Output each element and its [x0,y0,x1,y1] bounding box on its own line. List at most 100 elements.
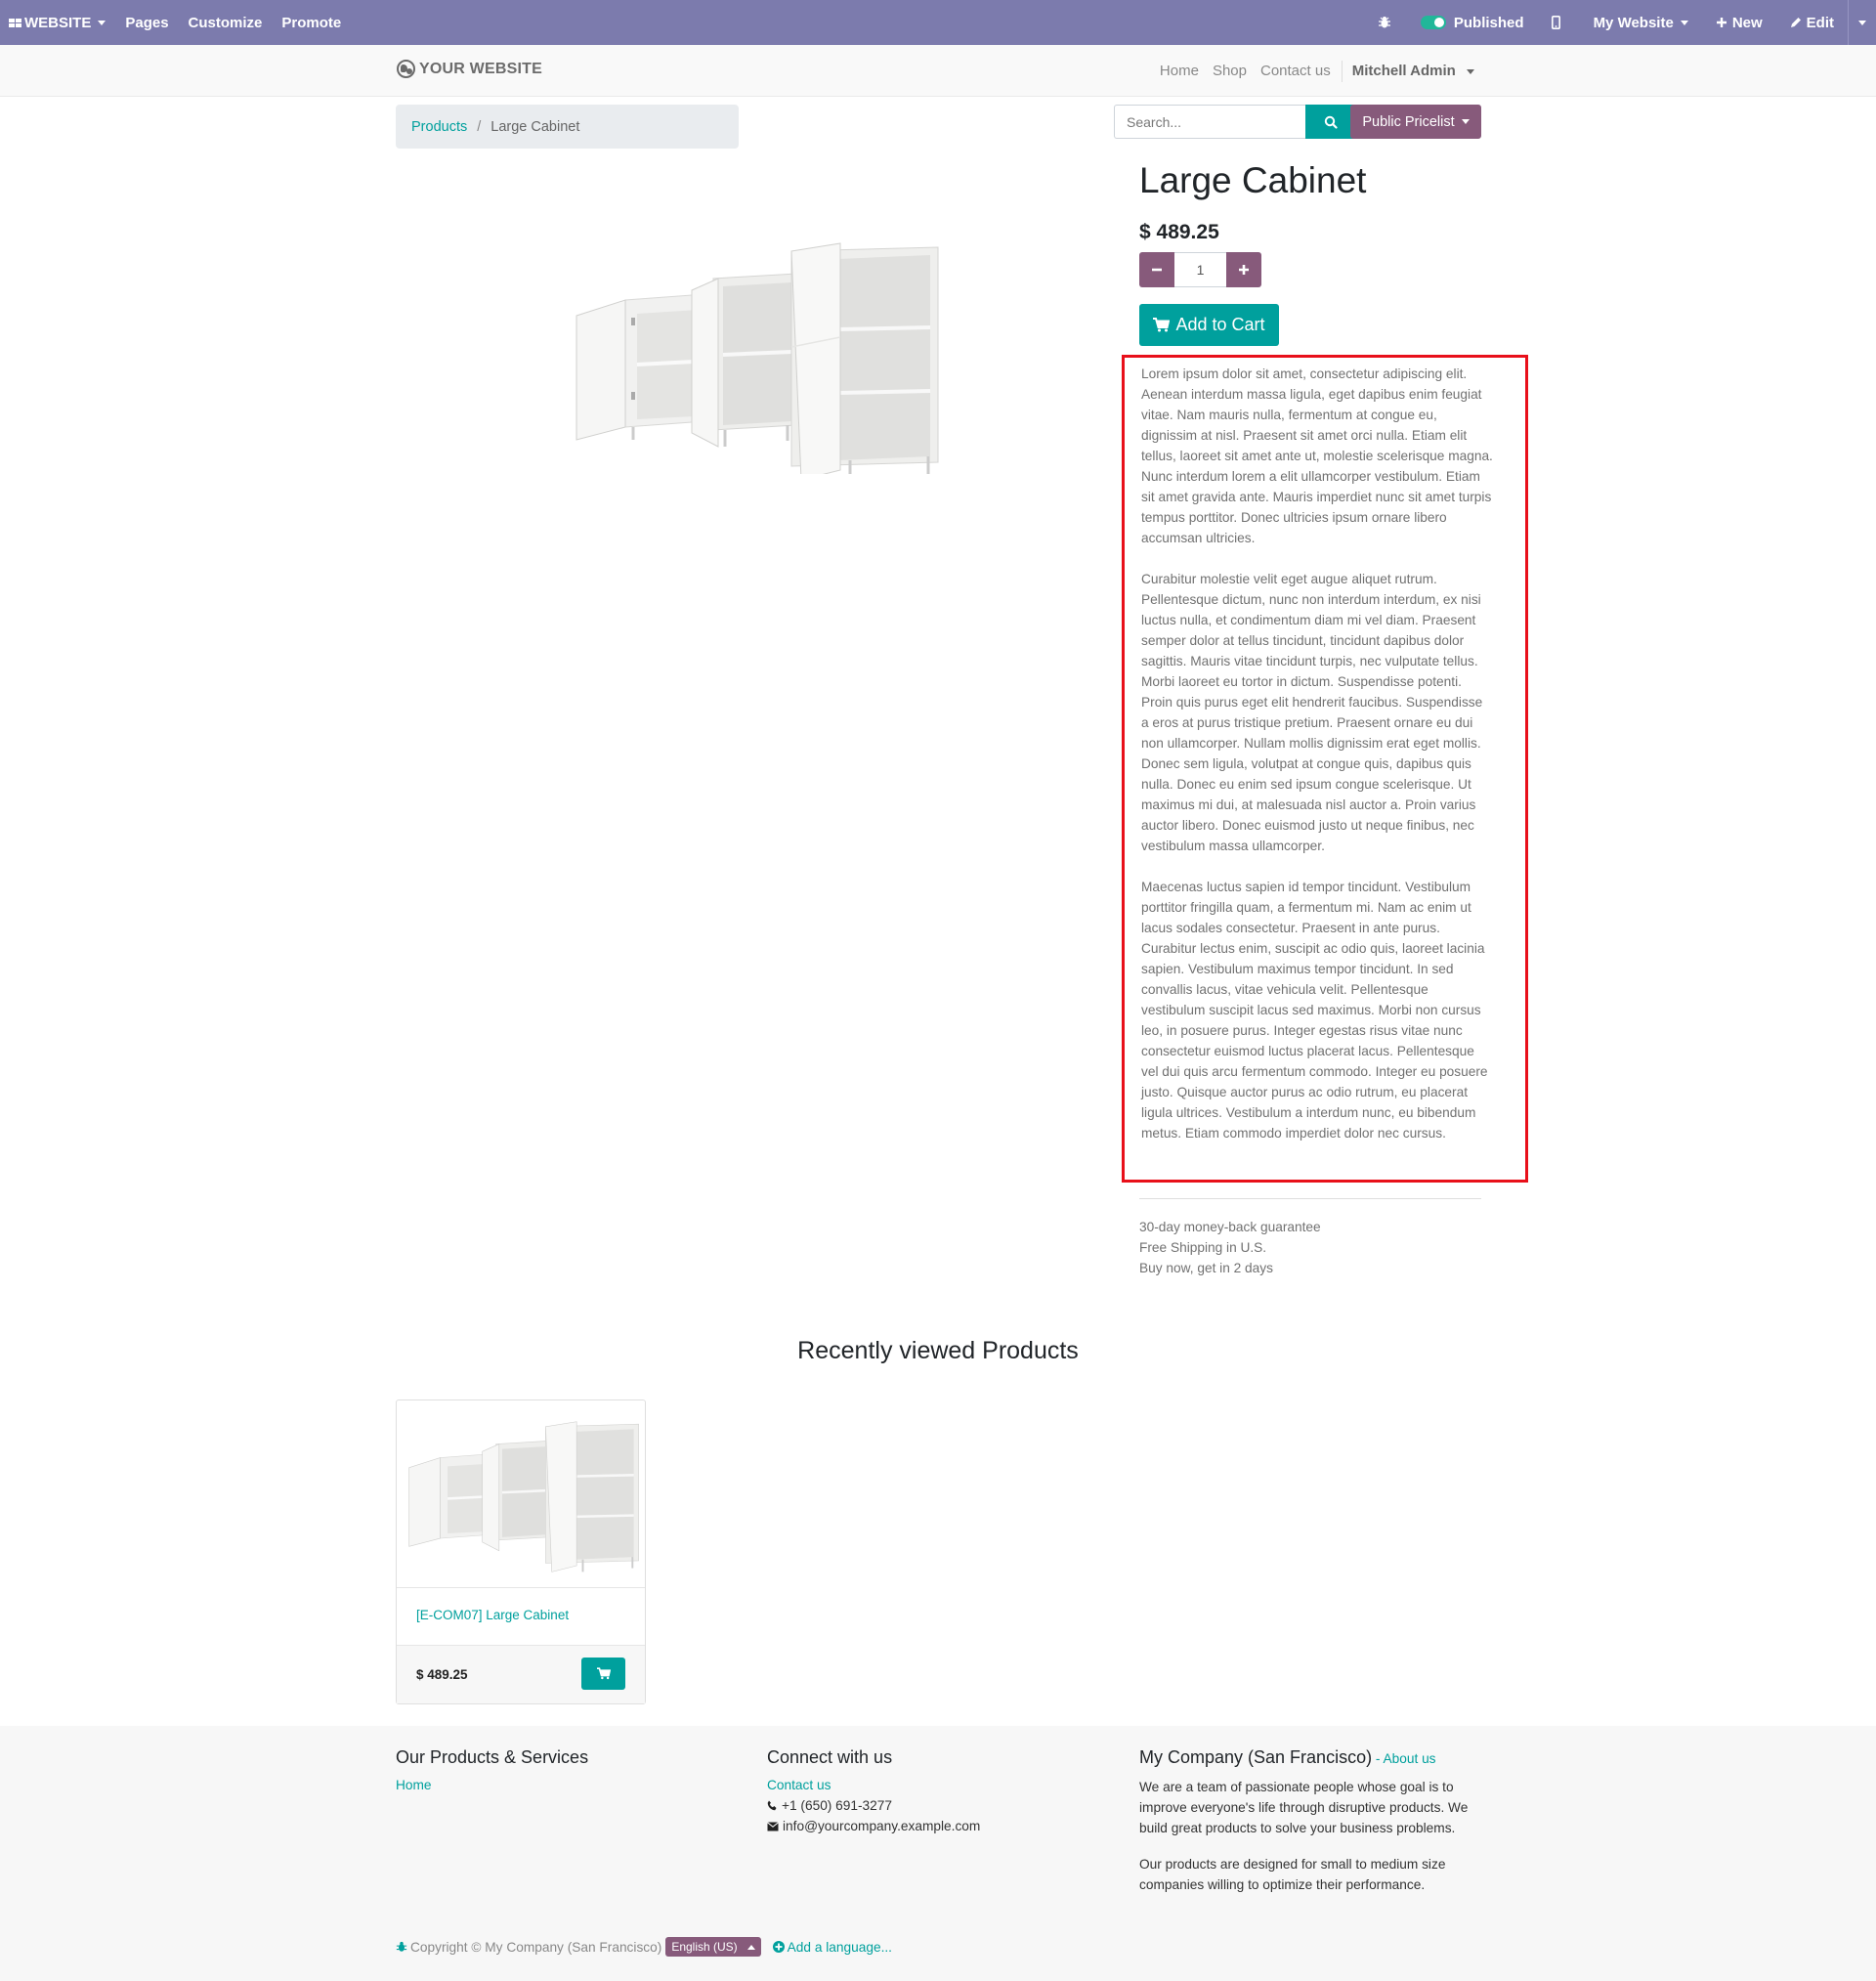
chevron-down-icon [98,20,107,25]
divider [1139,1198,1481,1199]
site-header: YOUR WEBSITE Home Shop Contact us Mitche… [0,45,1876,97]
cart-icon [596,1667,611,1680]
footer-about-separator: - [1372,1751,1384,1766]
phone-icon [767,1800,777,1811]
site-logo[interactable]: YOUR WEBSITE [397,60,542,78]
footer-email-text: info@yourcompany.example.com [783,1819,981,1833]
footer-phone: +1 (650) 691-3277 [767,1795,980,1816]
guarantee-line: Buy now, get in 2 days [1139,1261,1273,1275]
product-card-name[interactable]: [E-COM07] Large Cabinet [416,1608,569,1622]
new-button[interactable]: New [1706,0,1780,45]
logo-text: YOUR WEBSITE [419,60,542,77]
quantity-increase-button[interactable] [1226,252,1261,287]
footer-about-link[interactable]: About us [1384,1751,1436,1766]
product-price: $ 489.25 [1139,221,1219,243]
cabinet-image [576,242,939,481]
main-nav: Home Shop Contact us Mitchell Admin [1153,45,1474,97]
bug-icon [396,1941,407,1952]
description-paragraph: Lorem ipsum dolor sit amet, consectetur … [1141,366,1493,545]
breadcrumb-separator: / [477,118,482,135]
breadcrumb: Products / Large Cabinet [396,105,739,149]
footer-email: info@yourcompany.example.com [767,1816,980,1836]
description-highlight-box: Lorem ipsum dolor sit amet, consectetur … [1122,355,1528,1183]
customize-menu[interactable]: Customize [179,0,273,45]
search-icon [1324,115,1338,129]
description-paragraph: Maecenas luctus sapien id tempor tincidu… [1141,880,1488,1141]
product-card-image[interactable] [397,1400,645,1588]
breadcrumb-current: Large Cabinet [490,118,580,135]
promote-menu[interactable]: Promote [272,0,351,45]
add-to-cart-button[interactable]: Add to Cart [1139,304,1279,346]
bug-icon [1378,17,1390,28]
search-button[interactable] [1305,105,1356,139]
apps-menu[interactable]: WEBSITE [0,0,115,45]
add-to-cart-label: Add to Cart [1175,315,1265,334]
edit-label: Edit [1806,14,1834,31]
chevron-down-icon [1461,119,1470,124]
published-toggle[interactable]: Published [1411,0,1542,45]
product-description: Lorem ipsum dolor sit amet, consectetur … [1141,364,1493,1164]
quantity-decrease-button[interactable] [1139,252,1174,287]
nav-home[interactable]: Home [1153,63,1206,79]
footer-company-title: My Company (San Francisco) [1139,1747,1373,1767]
cart-icon [1153,318,1171,332]
published-label: Published [1453,14,1524,31]
globe-icon [397,60,415,78]
footer-contact-link[interactable]: Contact us [767,1778,831,1792]
mobile-icon [1551,16,1560,29]
pencil-icon [1790,18,1801,27]
apps-label: WEBSITE [24,14,92,31]
footer-products-column: Our Products & Services Home [396,1745,588,1795]
nav-contact-us[interactable]: Contact us [1254,63,1338,79]
user-name: Mitchell Admin [1351,63,1456,79]
website-switcher[interactable]: My Website [1584,0,1706,45]
pages-menu[interactable]: Pages [115,0,178,45]
product-card-footer: $ 489.25 [397,1645,645,1703]
user-menu[interactable]: Mitchell Admin [1346,63,1474,79]
product-search [1114,105,1356,139]
language-selector[interactable]: English (US) [665,1937,761,1957]
nav-shop[interactable]: Shop [1206,63,1254,79]
toggle-switch[interactable] [1420,16,1446,29]
copyright-text: Copyright © My Company (San Francisco) [410,1939,662,1955]
edit-button[interactable]: Edit [1780,0,1848,45]
apps-icon [9,18,21,27]
envelope-icon [767,1821,779,1830]
add-language-link[interactable]: Add a language... [772,1939,892,1955]
minus-icon [1152,268,1162,272]
site-footer: Our Products & Services Home Connect wit… [0,1726,1876,1981]
chevron-down-icon [1858,20,1866,25]
new-label: New [1731,14,1763,31]
footer-phone-text: +1 (650) 691-3277 [782,1798,893,1813]
chevron-down-icon [746,1944,755,1950]
footer-connect-title: Connect with us [767,1747,893,1767]
website-switcher-label: My Website [1593,14,1674,31]
product-guarantees: 30-day money-back guarantee Free Shippin… [1139,1217,1321,1278]
product-card: [E-COM07] Large Cabinet $ 489.25 [396,1400,646,1704]
footer-company-heading: My Company (San Francisco) - About us [1139,1745,1481,1771]
product-card-price: $ 489.25 [416,1667,468,1682]
product-card-cart-button[interactable] [581,1658,625,1690]
pricelist-dropdown[interactable]: Public Pricelist [1350,105,1481,139]
nav-divider [1341,60,1343,82]
guarantee-line: Free Shipping in U.S. [1139,1240,1267,1255]
breadcrumb-products[interactable]: Products [411,119,467,135]
debug-button[interactable] [1368,0,1411,45]
chevron-down-icon [1680,20,1688,25]
quantity-input[interactable] [1174,252,1226,287]
cabinet-thumbnail [408,1421,639,1572]
description-paragraph: Curabitur molestie velit eget augue aliq… [1141,572,1483,853]
plus-icon [1716,18,1727,27]
product-image[interactable] [557,239,948,481]
product-title: Large Cabinet [1139,160,1367,200]
footer-home-link[interactable]: Home [396,1778,432,1792]
mobile-preview-button[interactable] [1542,0,1584,45]
footer-connect-column: Connect with us Contact us +1 (650) 691-… [767,1745,980,1836]
add-language-label: Add a language... [787,1939,892,1955]
footer-company-column: My Company (San Francisco) - About us We… [1139,1745,1481,1911]
search-input[interactable] [1114,105,1305,139]
admin-navbar: WEBSITE Pages Customize Promote Publishe… [0,0,1876,45]
footer-company-text: Our products are designed for small to m… [1139,1857,1446,1892]
more-dropdown[interactable] [1848,0,1876,45]
footer-copyright: Copyright © My Company (San Francisco) E… [396,1937,892,1957]
